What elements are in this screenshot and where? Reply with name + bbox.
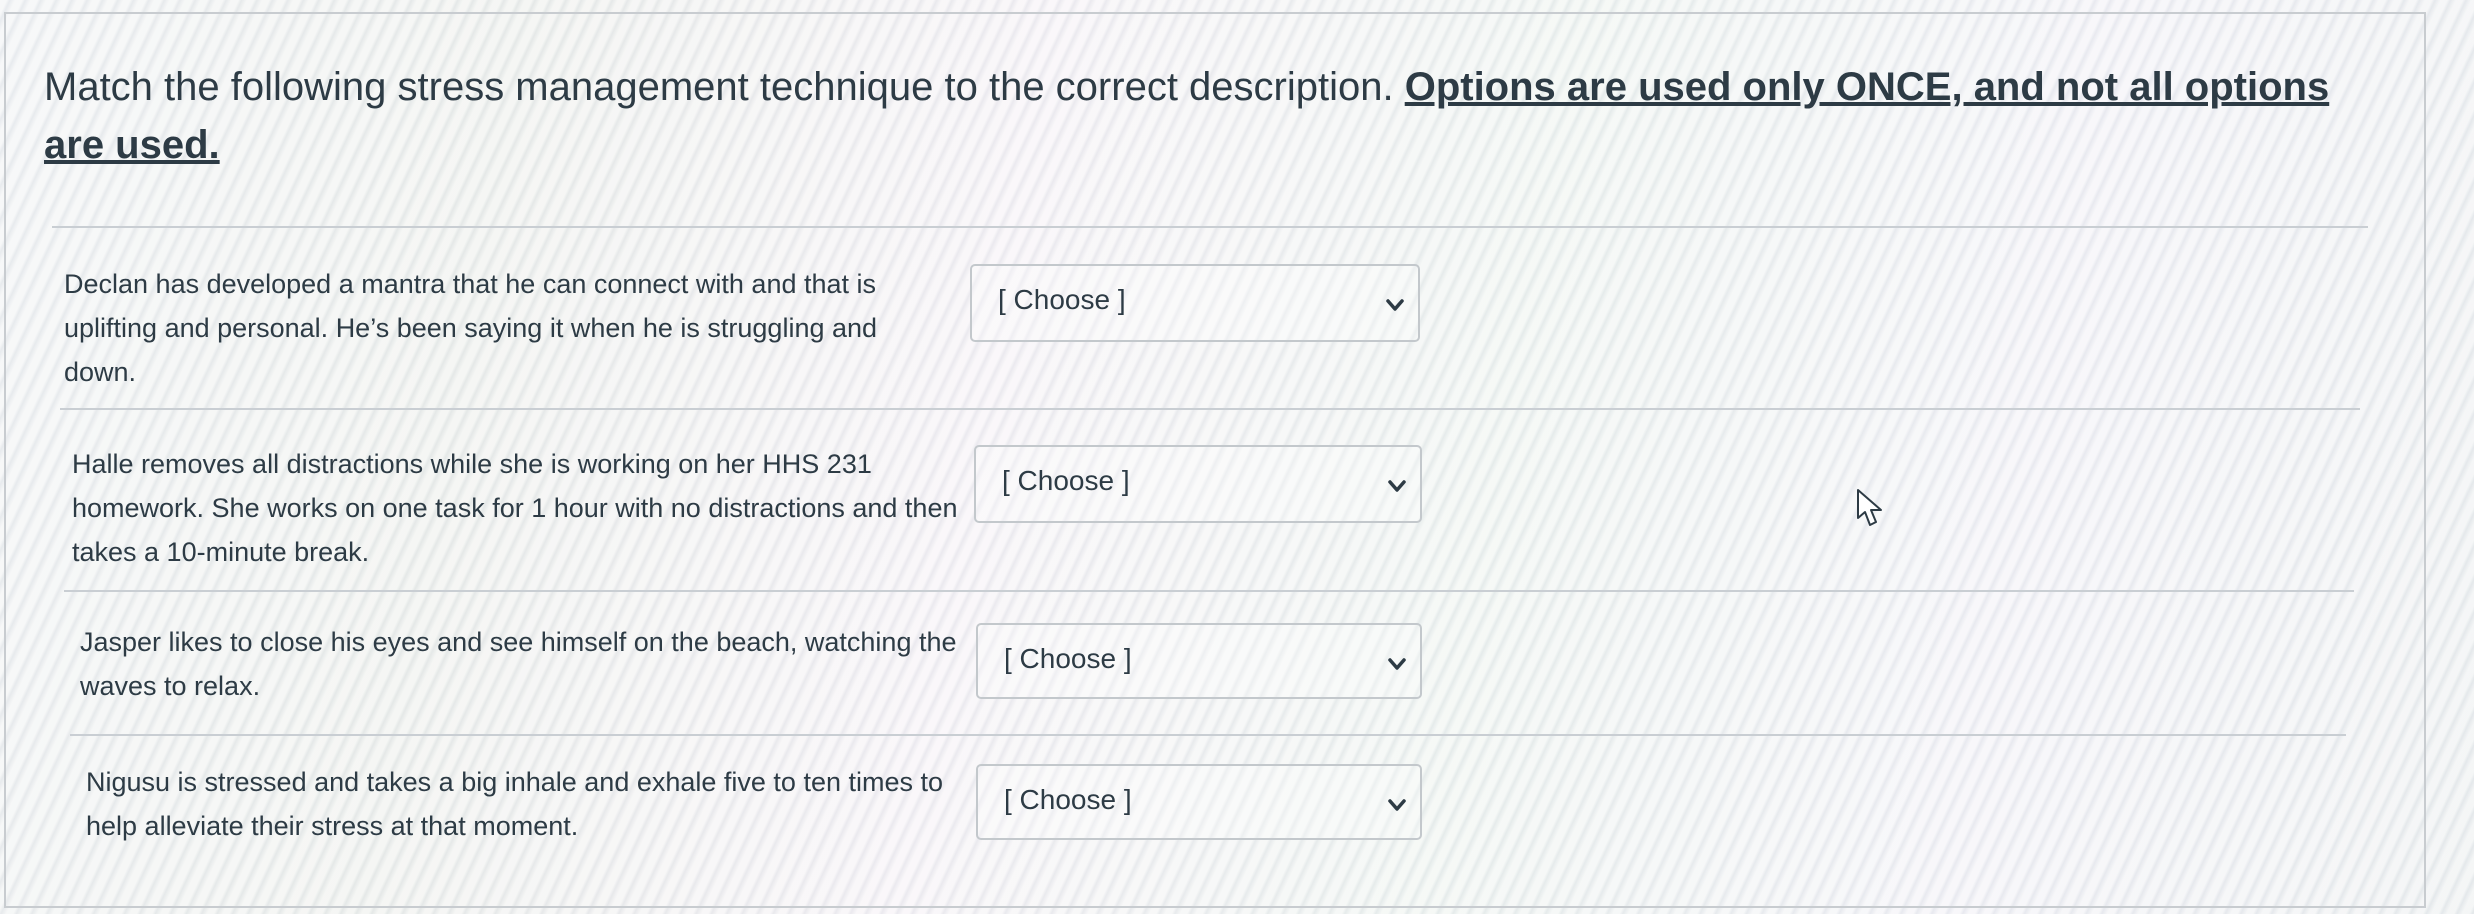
chevron-down-icon [1388, 658, 1406, 670]
answer-dropdown-1[interactable]: [ Choose ] [970, 264, 1420, 342]
mouse-pointer-icon [1857, 489, 1882, 526]
divider [52, 226, 2368, 228]
divider [64, 590, 2354, 592]
chevron-down-icon [1386, 299, 1404, 311]
match-prompt-1: Declan has developed a mantra that he ca… [64, 269, 878, 387]
answer-dropdown-4[interactable]: [ Choose ] [976, 764, 1422, 840]
dropdown-value: [ Choose ] [1004, 784, 1132, 815]
answer-dropdown-3[interactable]: [ Choose ] [976, 623, 1422, 699]
dropdown-value: [ Choose ] [1002, 465, 1130, 496]
match-prompt-2: Halle removes all distractions while she… [72, 449, 958, 567]
match-prompt-3: Jasper likes to close his eyes and see h… [80, 627, 957, 701]
question-title: Match the following stress management te… [44, 58, 2344, 174]
match-prompt-4: Nigusu is stressed and takes a big inhal… [86, 767, 943, 841]
question-intro: Match the following stress management te… [44, 65, 1405, 109]
answer-dropdown-2[interactable]: [ Choose ] [974, 445, 1422, 523]
dropdown-value: [ Choose ] [1004, 643, 1132, 674]
divider [70, 734, 2346, 736]
divider [60, 408, 2360, 410]
chevron-down-icon [1388, 799, 1406, 811]
dropdown-value: [ Choose ] [998, 284, 1126, 315]
chevron-down-icon [1388, 480, 1406, 492]
